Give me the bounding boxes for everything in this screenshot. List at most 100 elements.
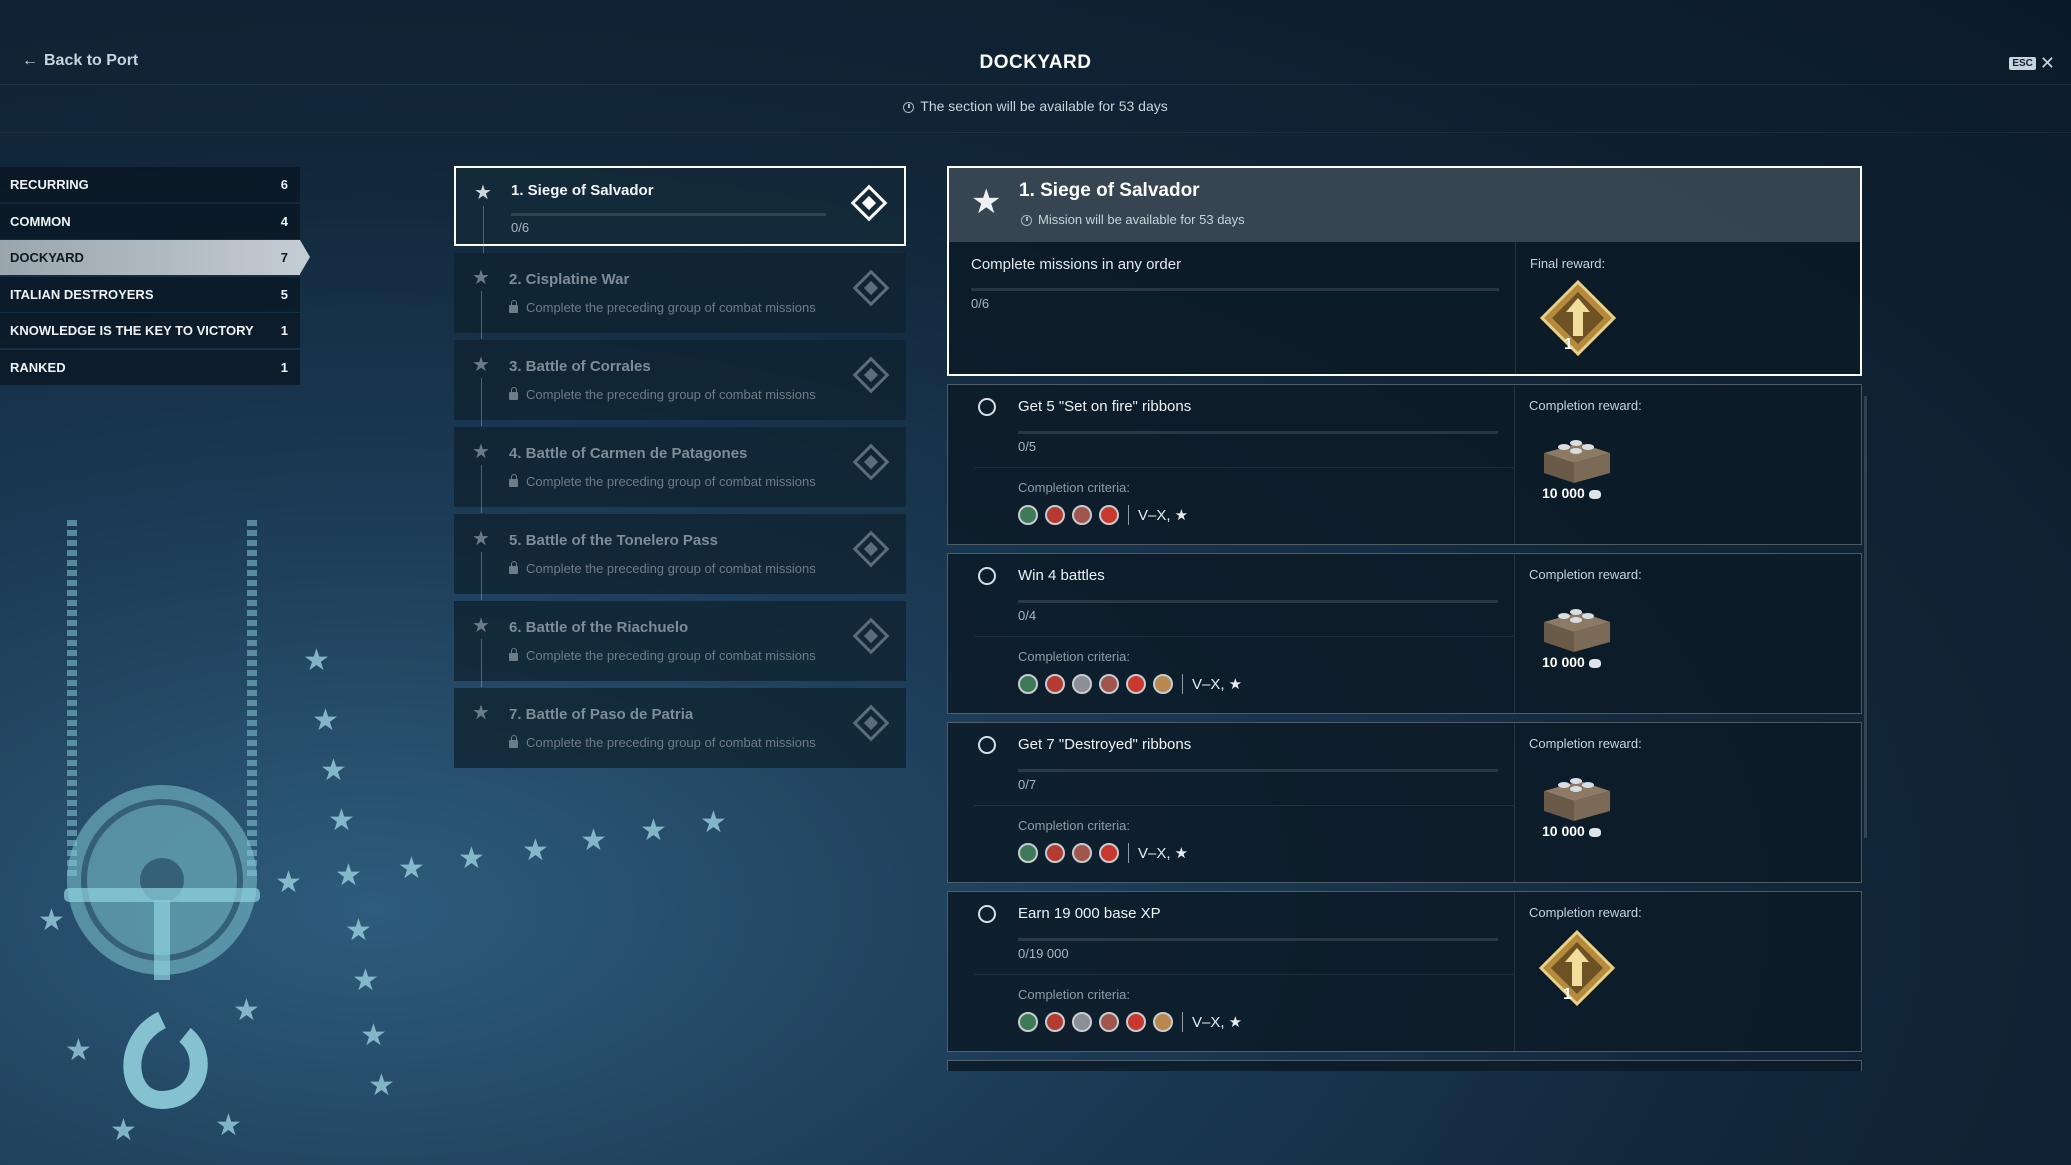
- submarine-class-icon: [1153, 1012, 1173, 1032]
- mission-header-card: ★ 1. Siege of Salvador Mission will be a…: [947, 166, 1862, 376]
- credits-crate-icon[interactable]: [1540, 433, 1614, 485]
- diamond-status-icon: [852, 269, 890, 307]
- close-button[interactable]: ESC ✕: [2009, 53, 2055, 74]
- task-card[interactable]: Earn 19 000 base XP 0/19 000 Completion …: [947, 891, 1862, 1052]
- reward-amount-text: 10 000: [1542, 823, 1585, 839]
- carrier-class-icon: [1126, 1012, 1146, 1032]
- divider: [974, 805, 1514, 806]
- divider: [1182, 1012, 1183, 1032]
- sidebar-item-label: ITALIAN DESTROYERS: [10, 286, 154, 302]
- sidebar-item-recurring[interactable]: RECURRING 6: [0, 167, 300, 202]
- destroyer-class-icon: [1018, 843, 1038, 863]
- task-card[interactable]: Win 4 battles 0/4 Completion criteria: V…: [947, 553, 1862, 714]
- mission-group[interactable]: ★ 1. Siege of Salvador 0/6: [454, 166, 906, 254]
- connector-line: [481, 552, 482, 600]
- mission-title: 1. Siege of Salvador: [1019, 180, 1200, 201]
- lock-icon: [509, 300, 518, 313]
- task-card-next: [947, 1060, 1862, 1071]
- cruiser-class-icon: [1045, 843, 1065, 863]
- cruiser-class-icon: [1045, 674, 1065, 694]
- lock-note-text: Complete the preceding group of combat m…: [526, 561, 816, 576]
- lock-note-text: Complete the preceding group of combat m…: [526, 387, 816, 402]
- sidebar-item-knowledge[interactable]: KNOWLEDGE IS THE KEY TO VICTORY 1: [0, 313, 300, 348]
- criteria-label: Completion criteria:: [1018, 818, 1130, 833]
- svg-text:★: ★: [352, 963, 379, 998]
- task-reward: Completion reward: 10 000: [1514, 385, 1861, 544]
- svg-text:★: ★: [368, 1068, 395, 1103]
- mission-header-top: ★ 1. Siege of Salvador Mission will be a…: [949, 168, 1860, 242]
- carrier-class-icon: [1099, 843, 1119, 863]
- credits-crate-icon[interactable]: [1540, 771, 1614, 823]
- sidebar-item-italian-destroyers[interactable]: ITALIAN DESTROYERS 5: [0, 276, 300, 312]
- sidebar-item-count: 1: [280, 323, 288, 338]
- task-progress-bar: [1018, 938, 1498, 941]
- task-reward: Completion reward: 1: [1514, 892, 1861, 1051]
- mission-group[interactable]: ★ 2. Cisplatine War Complete the precedi…: [454, 253, 906, 339]
- credits-crate-icon[interactable]: [1540, 602, 1614, 654]
- svg-text:★: ★: [398, 851, 425, 886]
- dockyard-phase-emblem-icon[interactable]: [1538, 278, 1618, 358]
- group-lock-note: Complete the preceding group of combat m…: [509, 648, 816, 663]
- destroyer-class-icon: [1018, 674, 1038, 694]
- esc-key-hint: ESC: [2009, 57, 2036, 70]
- group-progress: 0/6: [511, 220, 530, 235]
- reward-label: Completion reward:: [1529, 736, 1642, 751]
- reward-amount-text: 10 000: [1542, 485, 1585, 501]
- connector-line: [481, 291, 482, 339]
- mission-group[interactable]: ★ 4. Battle of Carmen de Patagones Compl…: [454, 427, 906, 513]
- sidebar-item-ranked[interactable]: RANKED 1: [0, 349, 300, 385]
- tier-range: V–X, ★: [1138, 845, 1189, 862]
- svg-text:★: ★: [303, 643, 330, 678]
- group-name: 2. Cisplatine War: [509, 271, 630, 288]
- battleship-class-icon: [1072, 843, 1092, 863]
- final-reward-label: Final reward:: [1530, 256, 1606, 271]
- destroyer-class-icon: [1018, 1012, 1038, 1032]
- divider: [1182, 674, 1183, 694]
- criteria-icons: V–X, ★: [1018, 505, 1188, 525]
- sidebar: RECURRING 6 COMMON 4 DOCKYARD 7 ITALIAN DES…: [0, 167, 310, 386]
- scrollbar[interactable]: [1864, 396, 1867, 838]
- lock-icon: [509, 387, 518, 400]
- connector-line: [481, 378, 482, 426]
- mission-group[interactable]: ★ 7. Battle of Paso de Patria Complete t…: [454, 688, 906, 768]
- dockyard-phase-emblem-icon[interactable]: [1537, 928, 1617, 1008]
- tier-range: V–X, ★: [1192, 676, 1243, 693]
- tier-range: V–X, ★: [1192, 1014, 1243, 1031]
- task-card[interactable]: Get 5 "Set on fire" ribbons 0/5 Completi…: [947, 384, 1862, 545]
- task-status-circle-icon: [978, 567, 996, 585]
- mission-group[interactable]: ★ 6. Battle of the Riachuelo Complete th…: [454, 601, 906, 687]
- reward-amount-text: 10 000: [1542, 654, 1585, 670]
- svg-text:★: ★: [215, 1108, 242, 1143]
- sidebar-item-label: DOCKYARD: [10, 250, 84, 265]
- svg-text:★: ★: [312, 703, 339, 738]
- group-progress-bar: [511, 213, 826, 216]
- sidebar-item-dockyard[interactable]: DOCKYARD 7: [0, 240, 310, 275]
- connector-line: [481, 465, 482, 513]
- sidebar-item-label: COMMON: [10, 213, 71, 229]
- close-icon: ✕: [2039, 53, 2055, 73]
- lock-note-text: Complete the preceding group of combat m…: [526, 735, 816, 750]
- mission-summary: Complete missions in any order 0/6: [949, 242, 1515, 374]
- group-name: 4. Battle of Carmen de Patagones: [509, 445, 748, 462]
- task-name: Earn 19 000 base XP: [1018, 905, 1161, 922]
- mission-group[interactable]: ★ 5. Battle of the Tonelero Pass Complet…: [454, 514, 906, 600]
- section-availability: The section will be available for 53 day…: [0, 98, 2071, 114]
- task-reward: Completion reward: 10 000: [1514, 554, 1861, 713]
- credits-icon: [1588, 659, 1601, 668]
- sidebar-item-count: 6: [280, 177, 288, 192]
- reward-amount: 1: [1563, 986, 1572, 1003]
- star-icon: ★: [472, 528, 490, 550]
- svg-text:★: ★: [700, 805, 727, 840]
- svg-text:★: ★: [320, 753, 347, 788]
- task-status-circle-icon: [978, 398, 996, 416]
- mission-availability: Mission will be available for 53 days: [1021, 212, 1245, 227]
- mission-group[interactable]: ★ 3. Battle of Corrales Complete the pre…: [454, 340, 906, 426]
- task-progress-bar: [1018, 769, 1498, 772]
- task-card[interactable]: Get 7 "Destroyed" ribbons 0/7 Completion…: [947, 722, 1862, 883]
- sidebar-item-common[interactable]: COMMON 4: [0, 203, 300, 239]
- group-name: 3. Battle of Corrales: [509, 358, 651, 375]
- submarine-class-icon: [1153, 674, 1173, 694]
- lock-note-text: Complete the preceding group of combat m…: [526, 648, 816, 663]
- criteria-label: Completion criteria:: [1018, 649, 1130, 664]
- svg-text:★: ★: [328, 803, 355, 838]
